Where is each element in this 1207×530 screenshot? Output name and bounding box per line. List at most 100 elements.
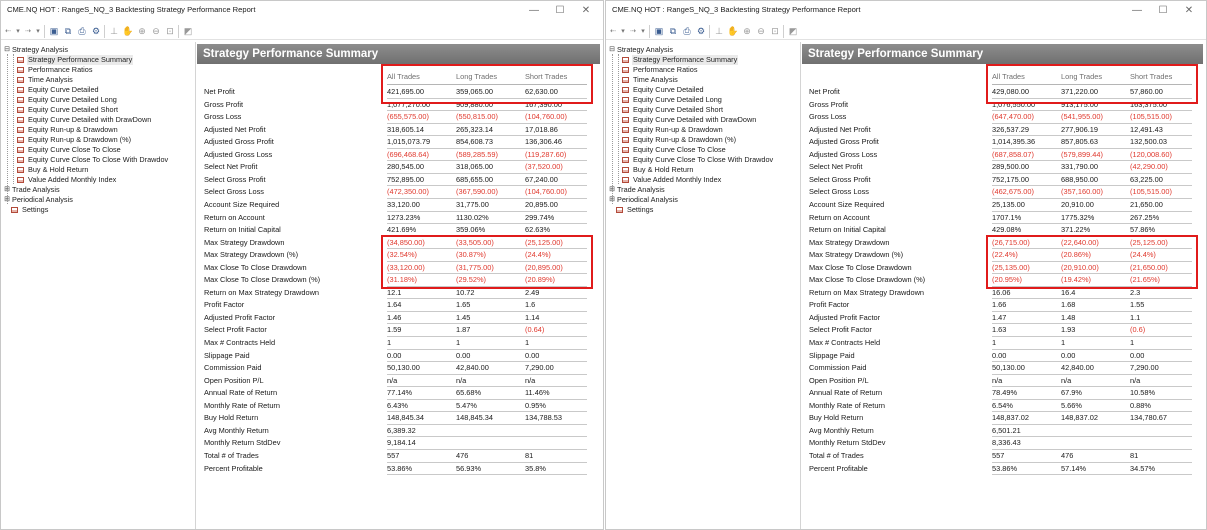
tree-item-strategy-performance-summary[interactable]: Strategy Performance Summary (622, 55, 739, 65)
print-icon[interactable]: ⎙ (76, 25, 88, 38)
tree-item-value-added-monthly-index[interactable]: Value Added Monthly Index (17, 175, 117, 185)
title-bar[interactable]: CME.NQ HOT : RangeS_NQ_3 Backtesting Str… (606, 1, 1206, 21)
row-label: Gross Loss (809, 112, 847, 122)
tree-item-equity-curve-close-to-close-with-drawdov[interactable]: Equity Curve Close To Close With Drawdov (622, 155, 774, 165)
back-arrow-icon[interactable]: ⇠ (609, 25, 617, 38)
forward-arrow-icon[interactable]: ⇢ (24, 25, 32, 38)
tree-item-label: Performance Ratios (28, 65, 93, 74)
minimize-icon[interactable]: — (1124, 3, 1150, 19)
tree-item-time-analysis[interactable]: Time Analysis (17, 75, 74, 85)
tree-item-label: Strategy Performance Summary (27, 55, 134, 65)
maximize-icon[interactable]: ☐ (547, 3, 573, 19)
forward-arrow-icon[interactable]: ⇢ (629, 25, 637, 38)
tree-item-equity-run-up-drawdown[interactable]: Equity Run-up & Drawdown (%) (622, 135, 737, 145)
tree-item-equity-curve-detailed-long[interactable]: Equity Curve Detailed Long (622, 95, 723, 105)
tree-item-label: Equity Run-up & Drawdown (28, 125, 118, 134)
table-row: Percent Profitable 53.86% 56.93% 35.8% (197, 463, 592, 475)
tree-item-settings[interactable]: Settings (616, 205, 654, 215)
row-label: Buy Hold Return (204, 413, 259, 423)
table-row: Adjusted Net Profit 318,605.14 265,323.14 1… (197, 124, 592, 136)
copy-icon[interactable]: ⧉ (667, 25, 679, 38)
tree-item-equity-curve-detailed-long[interactable]: Equity Curve Detailed Long (17, 95, 118, 105)
tree-item-equity-run-up-drawdown[interactable]: Equity Run-up & Drawdown (622, 125, 724, 135)
tree-item-equity-run-up-drawdown[interactable]: Equity Run-up & Drawdown (17, 125, 119, 135)
value-long-trades: 1775.32% (1061, 212, 1095, 222)
print-icon[interactable]: ⎙ (681, 25, 693, 38)
zoom-in-icon[interactable]: ⊕ (741, 25, 753, 38)
tree-item-equity-curve-detailed[interactable]: Equity Curve Detailed (622, 85, 705, 95)
tree-item-equity-curve-close-to-close-with-drawdov[interactable]: Equity Curve Close To Close With Drawdov (17, 155, 169, 165)
close-icon[interactable]: ✕ (573, 3, 599, 19)
tree-item-settings[interactable]: Settings (11, 205, 49, 215)
tree-item-label: Equity Curve Detailed Long (28, 95, 117, 104)
tree-item-equity-run-up-drawdown[interactable]: Equity Run-up & Drawdown (%) (17, 135, 132, 145)
maximize-icon[interactable]: ☐ (1150, 3, 1176, 19)
copy-icon[interactable]: ⧉ (62, 25, 74, 38)
tree-node-periodical-analysis[interactable]: ⊞ Periodical Analysis (3, 195, 74, 205)
value-all-trades: 289,500.00 (992, 162, 1029, 172)
tree-item-time-analysis[interactable]: Time Analysis (622, 75, 679, 85)
save-icon[interactable]: ▣ (44, 24, 60, 38)
chart-options-icon[interactable]: ◩ (783, 24, 799, 38)
tree-item-label: Equity Run-up & Drawdown (%) (633, 135, 737, 144)
tree-item-equity-curve-close-to-close[interactable]: Equity Curve Close To Close (17, 145, 122, 155)
hand-icon[interactable]: ✋ (727, 25, 739, 38)
cursor-icon[interactable]: ⊥ (709, 24, 725, 38)
row-label: Max # Contracts Held (809, 338, 881, 347)
table-row: Gross Loss (655,575.00) (550,815.00) (104,7… (197, 111, 592, 123)
tree-item-equity-curve-close-to-close[interactable]: Equity Curve Close To Close (622, 145, 727, 155)
value-long-trades: 265,323.14 (456, 124, 493, 134)
tree-item-equity-curve-detailed-short[interactable]: Equity Curve Detailed Short (17, 105, 119, 115)
dropdown-arrow-icon[interactable]: ▾ (639, 25, 647, 38)
fit-page-icon[interactable]: ⊡ (164, 25, 176, 38)
tree-node-trade-analysis[interactable]: ⊞ Trade Analysis (608, 185, 666, 195)
row-label: Commission Paid (204, 363, 262, 373)
dropdown-arrow-icon[interactable]: ▾ (619, 25, 627, 38)
value-short-trades: 0.88% (1130, 400, 1151, 410)
title-bar[interactable]: CME.NQ HOT : RangeS_NQ_3 Backtesting Str… (1, 1, 603, 21)
tree-item-buy-hold-return[interactable]: Buy & Hold Return (622, 165, 694, 175)
tree-node-trade-analysis[interactable]: ⊞ Trade Analysis (3, 185, 61, 195)
zoom-out-icon[interactable]: ⊖ (755, 25, 767, 38)
save-icon[interactable]: ▣ (649, 24, 665, 38)
settings-gear-icon[interactable]: ⚙ (695, 25, 707, 38)
chart-options-icon[interactable]: ◩ (178, 24, 194, 38)
tree-item-equity-curve-detailed[interactable]: Equity Curve Detailed (17, 85, 100, 95)
settings-gear-icon[interactable]: ⚙ (90, 25, 102, 38)
value-short-trades: 7,290.00 (525, 363, 554, 373)
minimize-icon[interactable]: — (521, 3, 547, 19)
tree-item-label: Performance Ratios (633, 65, 698, 74)
tree-item-label: Periodical Analysis (12, 195, 73, 204)
zoom-in-icon[interactable]: ⊕ (136, 25, 148, 38)
window-title: CME.NQ HOT : RangeS_NQ_3 Backtesting Str… (612, 5, 861, 14)
cursor-icon[interactable]: ⊥ (104, 24, 120, 38)
value-all-trades: (655,575.00) (387, 112, 429, 122)
value-all-trades: 1.63 (992, 325, 1007, 335)
report-doc-icon (622, 77, 629, 83)
hand-icon[interactable]: ✋ (122, 25, 134, 38)
table-row: Monthly Rate of Return 6.43% 5.47% 0.95% (197, 400, 592, 412)
fit-page-icon[interactable]: ⊡ (769, 25, 781, 38)
value-short-trades: (37,520.00) (525, 162, 563, 172)
table-row: Max # Contracts Held 1 1 1 (197, 337, 592, 349)
tree-item-performance-ratios[interactable]: Performance Ratios (622, 65, 698, 75)
value-long-trades: 1.87 (456, 325, 471, 335)
tree-item-label: Equity Run-up & Drawdown (633, 125, 723, 134)
tree-item-equity-curve-detailed-with-drawdown[interactable]: Equity Curve Detailed with DrawDown (622, 115, 757, 125)
tree-item-strategy-performance-summary[interactable]: Strategy Performance Summary (17, 55, 134, 65)
tree-item-buy-hold-return[interactable]: Buy & Hold Return (17, 165, 89, 175)
tree-item-performance-ratios[interactable]: Performance Ratios (17, 65, 93, 75)
tree-node-periodical-analysis[interactable]: ⊞ Periodical Analysis (608, 195, 679, 205)
zoom-out-icon[interactable]: ⊖ (150, 25, 162, 38)
tree-item-equity-curve-detailed-short[interactable]: Equity Curve Detailed Short (622, 105, 724, 115)
back-arrow-icon[interactable]: ⇠ (4, 25, 12, 38)
dropdown-arrow-icon[interactable]: ▾ (34, 25, 42, 38)
tree-item-value-added-monthly-index[interactable]: Value Added Monthly Index (622, 175, 722, 185)
dropdown-arrow-icon[interactable]: ▾ (14, 25, 22, 38)
tree-item-equity-curve-detailed-with-drawdown[interactable]: Equity Curve Detailed with DrawDown (17, 115, 152, 125)
report-doc-icon (622, 97, 629, 103)
value-all-trades: 6,389.32 (387, 425, 416, 435)
close-icon[interactable]: ✕ (1176, 3, 1202, 19)
report-doc-icon (17, 127, 24, 133)
value-long-trades: 56.93% (456, 463, 482, 473)
